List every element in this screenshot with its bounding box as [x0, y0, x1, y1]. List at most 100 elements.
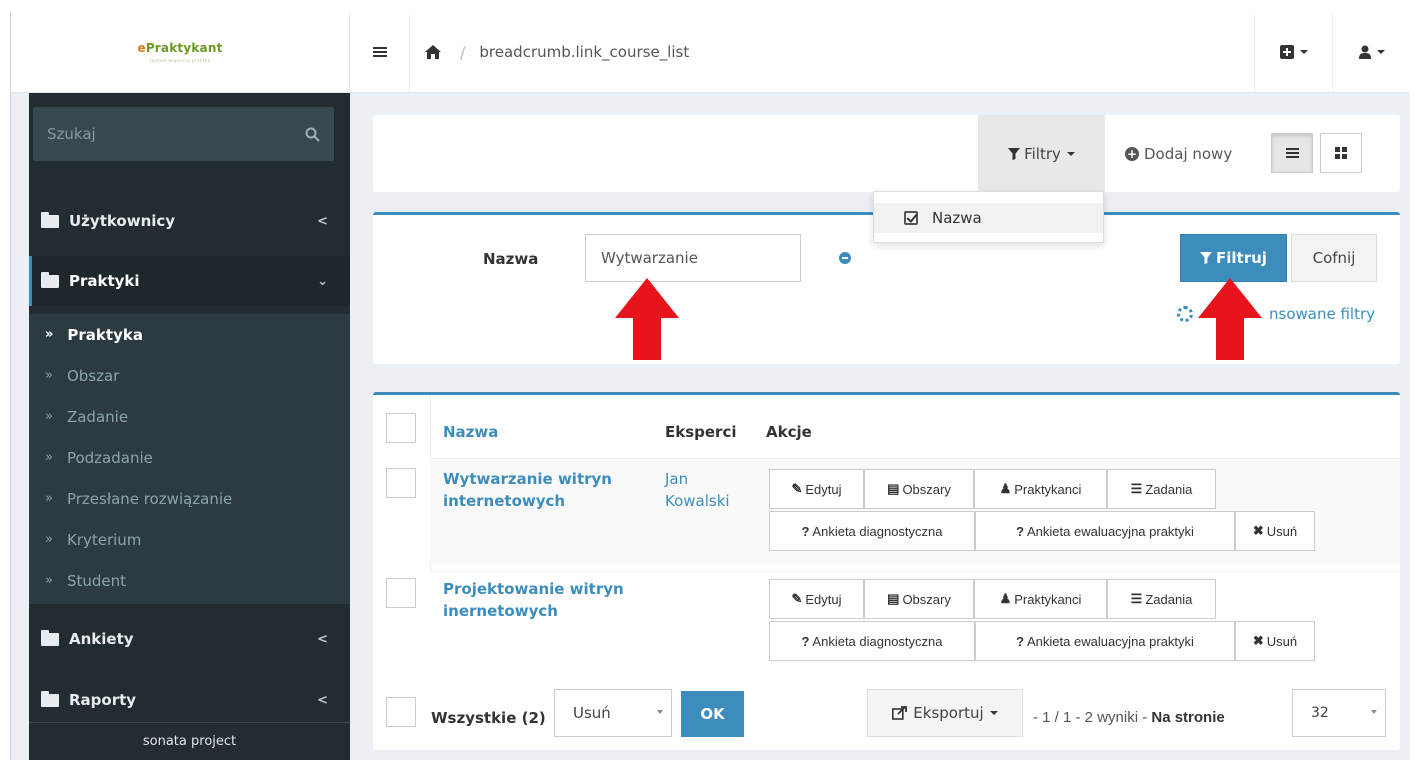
delete-button[interactable]: ✖ Usuń [1235, 511, 1315, 551]
tasks-button[interactable]: ☰ Zadania [1107, 469, 1216, 509]
double-chevron-icon: » [45, 573, 53, 588]
user-menu-button[interactable] [1332, 12, 1410, 93]
column-header-name[interactable]: Nazwa [443, 423, 498, 441]
question-icon: ? [1016, 523, 1025, 539]
course-list-table: Nazwa Eksperci Akcje Wytwarzanie witryn … [373, 392, 1400, 750]
row-expert-link[interactable]: Jan Kowalski [665, 468, 730, 512]
user-icon: ♟ [999, 591, 1012, 606]
chevron-down-icon [1376, 50, 1385, 54]
close-icon: ✖ [1252, 523, 1264, 538]
row-name-link[interactable]: Wytwarzanie witryn internetowych [443, 468, 612, 512]
folder-icon [41, 211, 59, 228]
sidebar-search[interactable]: Szukaj [33, 107, 334, 161]
areas-button[interactable]: ▤ Obszary [864, 579, 974, 619]
row-checkbox[interactable] [386, 578, 416, 608]
question-icon: ? [1016, 633, 1025, 649]
user-icon [1358, 45, 1371, 59]
grid-view-button[interactable] [1320, 133, 1362, 173]
select-all-footer-checkbox[interactable] [386, 697, 416, 727]
export-button[interactable]: Eksportuj [867, 689, 1023, 737]
sidebar-submenu: » Praktyka » Obszar » Zadanie » Podzadanie »… [29, 314, 350, 604]
tasks-button[interactable]: ☰ Zadania [1107, 579, 1216, 619]
folder-icon [41, 690, 59, 707]
interns-button[interactable]: ♟ Praktykanci [974, 469, 1107, 509]
areas-button[interactable]: ▤ Obszary [864, 469, 974, 509]
list-toolbar: Filtry + Dodaj nowy [373, 115, 1400, 192]
evaluation-survey-button[interactable]: ? Ankieta ewaluacyjna praktyki [975, 621, 1235, 661]
sidebar-subitem-submitted-solution[interactable]: » Przesłane rozwiązanie [29, 478, 350, 519]
double-chevron-icon: » [45, 409, 53, 424]
logo-title: ePraktykant [137, 41, 223, 55]
sidebar-subitem-podzadanie[interactable]: » Podzadanie [29, 437, 350, 478]
row-name-link[interactable]: Projektowanie witryn inernetowych [443, 578, 624, 622]
delete-button[interactable]: ✖ Usuń [1235, 621, 1315, 661]
evaluation-survey-button[interactable]: ? Ankieta ewaluacyjna praktyki [975, 511, 1235, 551]
interns-button[interactable]: ♟ Praktykanci [974, 579, 1107, 619]
filter-option-nazwa[interactable]: Nazwa [874, 203, 1103, 233]
filter-submit-button[interactable]: Filtruj [1180, 234, 1287, 282]
chevron-down-icon: ⌄ [317, 273, 328, 289]
chevron-left-icon: < [317, 631, 328, 647]
logo[interactable]: ePraktykant system wsparcia praktyk [11, 12, 350, 93]
annotation-arrow-up [615, 278, 679, 360]
sidebar-subitem-kryterium[interactable]: » Kryterium [29, 519, 350, 560]
batch-ok-button[interactable]: OK [681, 691, 744, 737]
pencil-icon: ✎ [791, 481, 803, 496]
per-page-select[interactable]: 32 [1292, 689, 1386, 737]
select-all-checkbox[interactable] [386, 413, 416, 443]
sidebar-item-users[interactable]: Użytkownicy < [29, 196, 350, 246]
row-checkbox[interactable] [386, 468, 416, 498]
sidebar-subitem-student[interactable]: » Student [29, 560, 350, 601]
sidebar: Szukaj Użytkownicy < Praktyki ⌄ » Praktyk… [29, 93, 350, 760]
grid-icon [1335, 147, 1347, 159]
top-navbar: / breadcrumb.link_course_list [350, 12, 1410, 93]
plus-square-icon [1279, 45, 1294, 59]
home-link[interactable] [410, 12, 456, 93]
edit-button[interactable]: ✎ Edytuj [769, 469, 864, 509]
search-icon[interactable] [305, 127, 320, 142]
list-alt-icon: ▤ [887, 481, 900, 496]
menu-toggle-button[interactable] [350, 12, 410, 93]
sidebar-subitem-obszar[interactable]: » Obszar [29, 355, 350, 396]
user-icon: ♟ [999, 481, 1012, 496]
filter-reset-button[interactable]: Cofnij [1291, 234, 1377, 282]
chevron-down-icon [1371, 710, 1377, 714]
chevron-down-icon [1299, 50, 1308, 54]
filters-dropdown-button[interactable]: Filtry [978, 115, 1105, 192]
double-chevron-icon: » [45, 368, 53, 383]
chevron-down-icon [657, 710, 663, 714]
double-chevron-icon: » [45, 327, 54, 342]
sidebar-item-praktyki[interactable]: Praktyki ⌄ [29, 256, 350, 306]
search-input[interactable]: Szukaj [47, 125, 305, 143]
filter-icon [1008, 147, 1021, 160]
batch-action-select[interactable]: Usuń [554, 689, 672, 737]
sidebar-subitem-praktyka[interactable]: » Praktyka [29, 314, 350, 355]
pagination-info: - 1 / 1 - 2 wyniki - Na stronie [1033, 709, 1225, 726]
tasks-icon: ☰ [1130, 591, 1143, 606]
add-menu-button[interactable] [1254, 12, 1332, 93]
list-icon [1285, 146, 1299, 160]
column-header-experts: Eksperci [665, 423, 737, 441]
share-icon [892, 706, 908, 720]
question-icon: ? [801, 523, 810, 539]
diagnostic-survey-button[interactable]: ? Ankieta diagnostyczna [769, 621, 975, 661]
app-window: ePraktykant system wsparcia praktyk / br… [10, 12, 1410, 760]
tasks-icon: ☰ [1130, 481, 1143, 496]
filters-dropdown-menu: Nazwa [873, 191, 1104, 243]
list-view-button[interactable] [1271, 133, 1313, 173]
sidebar-item-raporty[interactable]: Raporty < [29, 675, 350, 725]
remove-filter-icon[interactable] [839, 252, 851, 264]
edit-button[interactable]: ✎ Edytuj [769, 579, 864, 619]
close-icon: ✖ [1252, 633, 1264, 648]
double-chevron-icon: » [45, 532, 53, 547]
sidebar-subitem-zadanie[interactable]: » Zadanie [29, 396, 350, 437]
add-new-button[interactable]: + Dodaj nowy [1125, 115, 1232, 192]
breadcrumb-separator: / [460, 42, 466, 62]
sidebar-item-ankiety[interactable]: Ankiety < [29, 614, 350, 664]
filter-name-input[interactable]: Wytwarzanie [585, 234, 801, 282]
chevron-down-icon [1066, 151, 1075, 156]
sidebar-item-label: Użytkownicy [69, 212, 176, 230]
all-count-label: Wszystkie (2) [431, 709, 546, 727]
diagnostic-survey-button[interactable]: ? Ankieta diagnostyczna [769, 511, 975, 551]
chevron-left-icon: < [317, 692, 328, 708]
